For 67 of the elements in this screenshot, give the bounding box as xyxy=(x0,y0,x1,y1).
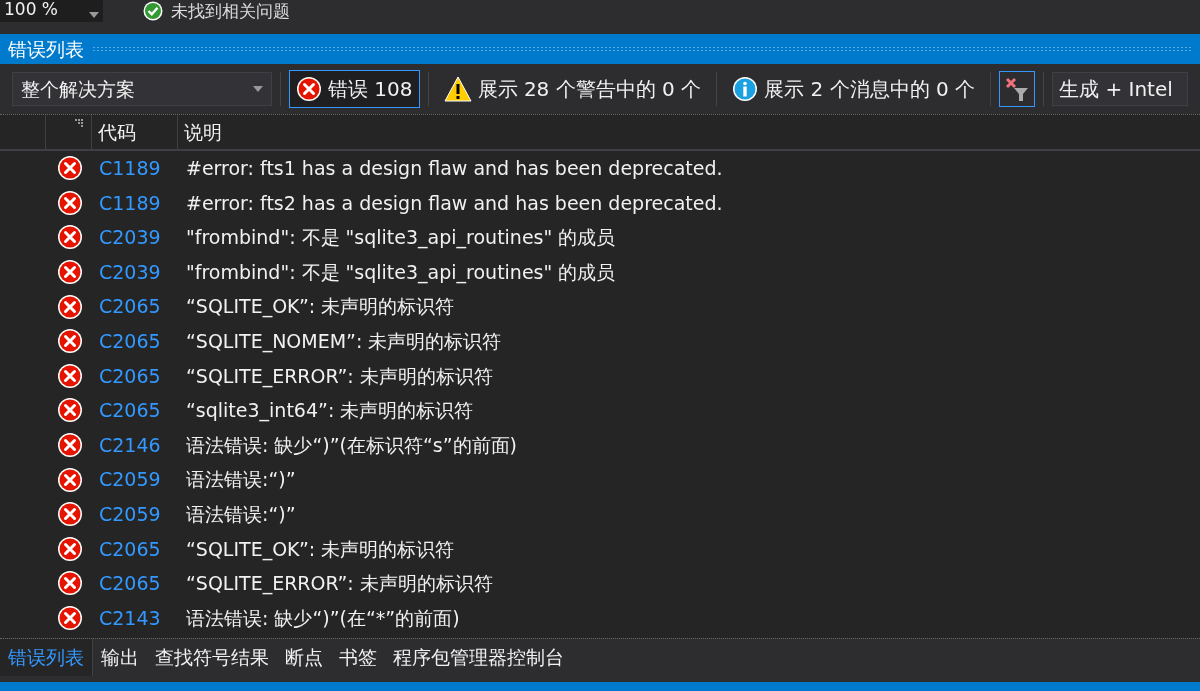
error-icon xyxy=(57,605,83,631)
error-description: 语法错误: 缺少“)”(在标识符“s”的前面) xyxy=(186,432,517,458)
error-icon xyxy=(57,535,83,562)
error-code[interactable]: C2039 xyxy=(99,257,186,287)
error-description: #error: fts2 has a design flaw and has been deprecated. xyxy=(186,190,723,216)
error-description: 语法错误:“)” xyxy=(186,467,296,493)
error-code[interactable]: C2146 xyxy=(99,430,186,460)
error-icon xyxy=(296,76,322,102)
error-code[interactable]: C2059 xyxy=(99,500,186,529)
error-description: 语法错误:“)” xyxy=(186,502,296,527)
error-icon xyxy=(57,432,83,459)
error-description: “SQLITE_OK”: 未声明的标识符 xyxy=(186,536,455,563)
error-code[interactable]: C2065 xyxy=(99,361,186,391)
error-icon xyxy=(57,224,83,251)
error-description: “SQLITE_OK”: 未声明的标识符 xyxy=(186,294,455,320)
error-icon xyxy=(57,293,83,320)
error-description: “SQLITE_ERROR”: 未声明的标识符 xyxy=(186,571,493,597)
error-code[interactable]: C2143 xyxy=(99,603,186,633)
bottom-tab[interactable]: 断点 xyxy=(277,639,331,676)
clear-filter-button[interactable] xyxy=(999,71,1036,107)
bottom-tab[interactable]: 书签 xyxy=(331,639,385,676)
error-description: "frombind": 不是 "sqlite3_api_routines" 的成员 xyxy=(186,225,616,251)
bottom-tab[interactable]: 错误列表 xyxy=(0,639,93,676)
error-icon xyxy=(57,362,83,389)
error-code[interactable]: C1189 xyxy=(99,188,186,218)
error-code[interactable]: C1189 xyxy=(99,154,186,183)
bottom-tab[interactable]: 查找符号结果 xyxy=(147,639,277,676)
error-description: 语法错误: 缺少“)”(在“*”的前面) xyxy=(186,605,460,631)
error-code[interactable]: C2065 xyxy=(99,569,186,598)
caret-icon xyxy=(89,12,99,18)
error-description: “SQLITE_ERROR”: 未声明的标识符 xyxy=(186,363,493,390)
error-icon xyxy=(57,501,83,528)
filter-clear-icon xyxy=(1004,76,1031,102)
error-description: "frombind": 不是 "sqlite3_api_routines" 的成员 xyxy=(186,259,616,286)
error-icon xyxy=(57,397,83,424)
error-code[interactable]: C2065 xyxy=(99,292,186,321)
error-code[interactable]: C2065 xyxy=(99,534,186,564)
error-description: #error: fts1 has a design flaw and has been deprecated. xyxy=(186,156,723,182)
panel-title: 错误列表 xyxy=(8,36,84,62)
caret-icon xyxy=(253,86,263,92)
column-header[interactable]: 代码 xyxy=(92,115,178,149)
error-description: “SQLITE_NOMEM”: 未声明的标识符 xyxy=(186,329,502,355)
checkmark-icon xyxy=(143,1,163,21)
warning-icon xyxy=(443,76,472,102)
error-icon xyxy=(57,570,83,597)
source-dropdown[interactable]: 生成 + Intel xyxy=(1052,72,1188,106)
grip-icon xyxy=(75,119,83,127)
zoom-dropdown[interactable]: 100 % xyxy=(0,0,103,22)
filter-toggle[interactable]: 展示 2 个消息中的 0 个 xyxy=(725,70,983,108)
error-icon xyxy=(57,155,83,182)
error-icon xyxy=(57,328,83,355)
filter-toggle[interactable]: 错误 108 xyxy=(289,70,420,108)
status-text: 未找到相关问题 xyxy=(171,2,290,20)
bottom-tab[interactable]: 程序包管理器控制台 xyxy=(385,639,572,676)
error-icon xyxy=(57,259,83,286)
scope-dropdown[interactable]: 整个解决方案 xyxy=(12,72,272,106)
error-description: “sqlite3_int64”: 未声明的标识符 xyxy=(186,398,474,424)
column-header[interactable]: 说明 xyxy=(178,115,1200,149)
error-code[interactable]: C2039 xyxy=(99,223,186,252)
error-code[interactable]: C2059 xyxy=(99,465,186,494)
error-code[interactable]: C2065 xyxy=(99,396,186,425)
bottom-tab[interactable]: 输出 xyxy=(93,639,147,676)
filter-toggle[interactable]: 展示 28 个警告中的 0 个 xyxy=(436,70,709,108)
info-icon xyxy=(732,76,759,102)
error-code[interactable]: C2065 xyxy=(99,327,186,356)
error-icon xyxy=(57,466,83,493)
error-icon xyxy=(57,189,83,216)
